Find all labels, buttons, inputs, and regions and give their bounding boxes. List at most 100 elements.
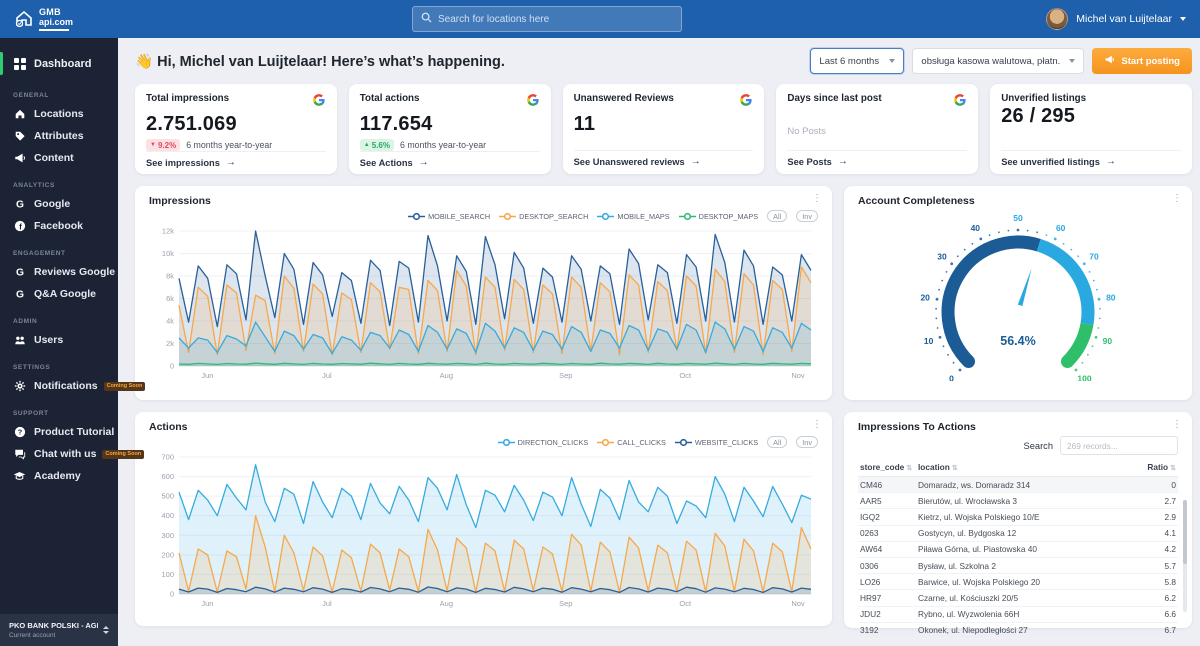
table-search-input[interactable] [1060, 436, 1178, 455]
user-menu[interactable]: Michel van Luijtelaar [1046, 0, 1186, 38]
legend-button-inv[interactable]: Inv [796, 436, 818, 448]
sidebar-item-facebook[interactable]: fFacebook [0, 215, 118, 237]
sidebar-item-notifications[interactable]: NotificationsComing Soon [0, 375, 118, 397]
google-logo-icon [953, 93, 967, 112]
global-search[interactable] [412, 6, 682, 32]
svg-text:Sep: Sep [559, 599, 572, 608]
more-options-icon[interactable]: ⋮ [812, 194, 822, 204]
more-options-icon[interactable]: ⋮ [1172, 194, 1182, 204]
sidebar-item-users[interactable]: Users [0, 329, 118, 351]
sidebar-item-content[interactable]: Content [0, 147, 118, 169]
account-subtitle: Current account [9, 632, 98, 639]
svg-text:70: 70 [1089, 252, 1099, 262]
store-code-cell: 0263 [858, 525, 916, 541]
legend-marker-icon [597, 212, 614, 221]
ratio-cell: 5.7 [1140, 557, 1178, 573]
impressions-legend: MOBILE_SEARCH DESKTOP_SEARCH MOBILE_MAPS DE… [149, 209, 818, 223]
sidebar: Dashboard GENERALLocationsAttributesCont… [0, 38, 118, 646]
ratio-cell: 2.7 [1140, 493, 1178, 509]
table-row[interactable]: AW64Piława Górna, ul. Piastowska 404.2 [858, 541, 1178, 557]
location-cell: Piława Górna, ul. Piastowska 40 [916, 541, 1140, 557]
table-row[interactable]: 3192Okonek, ul. Niepodległości 276.7 [858, 622, 1178, 638]
stat-card-link[interactable]: See unverified listings→ [1001, 150, 1181, 167]
stat-card-unanswered-reviews: Unanswered Reviews11See Unanswered revie… [563, 84, 765, 174]
legend-item-call_clicks[interactable]: CALL_CLICKS [597, 438, 666, 447]
legend-item-direction_clicks[interactable]: DIRECTION_CLICKS [498, 438, 589, 447]
stat-card-link[interactable]: See Posts→ [787, 150, 967, 167]
sidebar-item-label: Users [34, 334, 63, 346]
table-row[interactable]: 0306Bysław, ul. Szkolna 25.7 [858, 557, 1178, 573]
store-code-cell: AW64 [858, 541, 916, 557]
chevron-down-icon [1180, 17, 1186, 21]
legend-button-all[interactable]: All [767, 210, 787, 222]
sidebar-item-dashboard[interactable]: Dashboard [0, 48, 118, 79]
sidebar-item-locations[interactable]: Locations [0, 103, 118, 125]
column-header-ratio[interactable]: Ratio⇅ [1140, 460, 1178, 477]
app-root: GMB api.com Michel van Luijtelaar Dashbo… [0, 0, 1200, 646]
sidebar-item-google[interactable]: GGoogle [0, 193, 118, 215]
legend-item-mobile_search[interactable]: MOBILE_SEARCH [408, 212, 490, 221]
table-title: Impressions To Actions [858, 421, 1178, 433]
sidebar-item-product-tutorial[interactable]: ?Product Tutorial [0, 421, 118, 443]
location-select[interactable]: obsługa kasowa walutowa, płatn... [912, 48, 1084, 74]
sort-icon: ⇅ [952, 465, 958, 472]
legend-button-all[interactable]: All [767, 436, 787, 448]
svg-text:400: 400 [161, 511, 174, 520]
location-cell: Gostycyn, ul. Bydgoska 12 [916, 525, 1140, 541]
legend-item-website_clicks[interactable]: WEBSITE_CLICKS [675, 438, 758, 447]
sidebar-item-label: Content [34, 152, 74, 164]
legend-item-mobile_maps[interactable]: MOBILE_MAPS [597, 212, 669, 221]
chart-title: Impressions [149, 195, 818, 207]
column-header-location[interactable]: location⇅ [916, 460, 1140, 477]
ratio-cell: 6.7 [1140, 622, 1178, 638]
stat-title: Unverified listings [1001, 93, 1086, 104]
column-header-store-code[interactable]: store_code⇅ [858, 460, 916, 477]
table-row[interactable]: IGQ2Kietrz, ul. Wojska Polskiego 10/E2.9 [858, 509, 1178, 525]
sidebar-item-reviews-google[interactable]: GReviews Google [0, 261, 118, 283]
stat-card-link[interactable]: See impressions→ [146, 151, 326, 168]
sidebar-item-chat-with-us[interactable]: Chat with usComing Soon [0, 443, 118, 465]
legend-item-desktop_maps[interactable]: DESKTOP_MAPS [679, 212, 758, 221]
main-content: 👋 Hi, Michel van Luijtelaar! Here’s what… [118, 38, 1200, 646]
location-cell: Rybno, ul. Wyzwolenia 66H [916, 606, 1140, 622]
sidebar-item-label: Q&A Google [34, 288, 96, 300]
legend-item-desktop_search[interactable]: DESKTOP_SEARCH [499, 212, 588, 221]
location-cell: Kietrz, ul. Wojska Polskiego 10/E [916, 509, 1140, 525]
section-label: ADMIN [0, 318, 118, 325]
stat-card-link[interactable]: See Actions→ [360, 151, 540, 168]
table-row[interactable]: CM46Domaradz, ws. Domaradz 3140 [858, 477, 1178, 493]
app-logo[interactable]: GMB api.com [0, 8, 118, 31]
location-cell: Bierutów, ul. Wrocławska 3 [916, 493, 1140, 509]
store-code-cell: IGQ2 [858, 509, 916, 525]
svg-text:20: 20 [920, 292, 930, 302]
sidebar-section-analytics: ANALYTICSGGooglefFacebook [0, 182, 118, 237]
table-row[interactable]: JDU2Rybno, ul. Wyzwolenia 66H6.6 [858, 606, 1178, 622]
more-options-icon[interactable]: ⋮ [1172, 420, 1182, 430]
stat-card-link[interactable]: See Unanswered reviews→ [574, 150, 754, 167]
svg-text:300: 300 [161, 531, 174, 540]
svg-text:Jun: Jun [201, 599, 213, 608]
period-select[interactable]: Last 6 months [810, 48, 904, 74]
svg-text:Nov: Nov [791, 371, 805, 380]
sidebar-item-label: Academy [34, 470, 81, 482]
svg-text:?: ? [17, 428, 22, 437]
table-row[interactable]: AAR5Bierutów, ul. Wrocławska 32.7 [858, 493, 1178, 509]
account-selector[interactable]: PKO BANK POLSKI - AGE... Current account [0, 614, 118, 646]
sidebar-item-academy[interactable]: Academy [0, 465, 118, 487]
svg-text:50: 50 [1013, 213, 1023, 223]
legend-button-inv[interactable]: Inv [796, 210, 818, 222]
start-posting-button[interactable]: Start posting [1092, 48, 1192, 74]
sidebar-item-q-a-google[interactable]: GQ&A Google [0, 283, 118, 305]
sidebar-item-attributes[interactable]: Attributes [0, 125, 118, 147]
table-row[interactable]: LO26Barwice, ul. Wojska Polskiego 205.8 [858, 574, 1178, 590]
table-row[interactable]: HR97Czarne, ul. Kościuszki 20/56.2 [858, 590, 1178, 606]
search-input[interactable] [438, 14, 673, 25]
table-row[interactable]: 0263Gostycyn, ul. Bydgoska 124.1 [858, 525, 1178, 541]
badge-note: 6 months year-to-year [400, 140, 486, 150]
table-scrollbar-thumb[interactable] [1183, 500, 1187, 564]
svg-text:12k: 12k [162, 227, 174, 236]
svg-text:2k: 2k [166, 339, 174, 348]
svg-text:100: 100 [161, 570, 174, 579]
svg-text:Aug: Aug [440, 599, 453, 608]
more-options-icon[interactable]: ⋮ [812, 420, 822, 430]
